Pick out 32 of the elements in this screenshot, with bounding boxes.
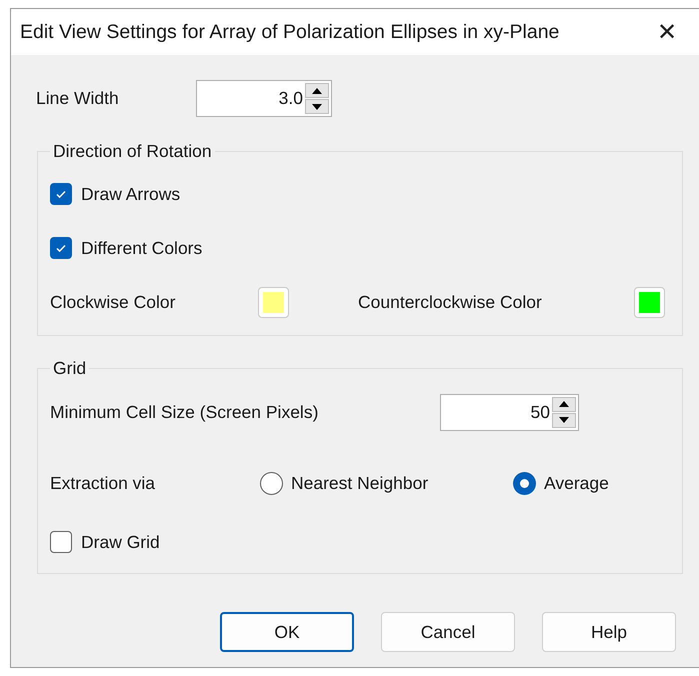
spin-up-button[interactable] <box>552 396 576 412</box>
spin-box[interactable]: 50 <box>440 394 579 430</box>
dialog-button[interactable]: OK <box>220 612 354 652</box>
checkbox-label[interactable]: Draw Grid <box>81 532 160 552</box>
color-label: Counterclockwise Color <box>358 292 543 312</box>
radio-label[interactable]: Average <box>544 472 609 494</box>
checkbox-label[interactable]: Different Colors <box>81 238 202 258</box>
checkbox[interactable] <box>50 183 72 205</box>
radio-button[interactable] <box>513 472 536 494</box>
spin-up-button[interactable] <box>305 83 329 98</box>
color-swatch-button[interactable] <box>258 286 289 318</box>
spin-box[interactable]: 3.0 <box>196 80 332 117</box>
dialog-button[interactable]: Cancel <box>381 612 515 652</box>
spin-down-button[interactable] <box>305 99 329 114</box>
close-button[interactable]: ✕ <box>647 18 687 46</box>
group-title: Direction of Rotation <box>52 141 213 162</box>
dialog-button[interactable]: Help <box>542 612 676 652</box>
radio-button[interactable] <box>260 472 283 494</box>
cell-size-label: Minimum Cell Size (Screen Pixels) <box>50 402 320 422</box>
extraction-label: Extraction via <box>50 472 156 494</box>
window-title: Edit View Settings for Array of Polarization Ellipses in xy-Plane <box>20 20 560 44</box>
spin-down-button[interactable] <box>552 412 576 428</box>
line-width-label: Line Width <box>36 88 120 109</box>
group-title: Grid <box>52 358 88 379</box>
radio-label[interactable]: Nearest Neighbor <box>291 472 428 494</box>
cell-size-field[interactable]: 50 <box>443 396 552 428</box>
line-width-field[interactable]: 3.0 <box>199 83 305 114</box>
checkbox[interactable] <box>50 237 72 259</box>
checkbox[interactable] <box>50 531 72 553</box>
color-swatch-button[interactable] <box>634 286 665 318</box>
checkbox-label[interactable]: Draw Arrows <box>81 184 180 204</box>
color-label: Clockwise Color <box>50 292 176 312</box>
